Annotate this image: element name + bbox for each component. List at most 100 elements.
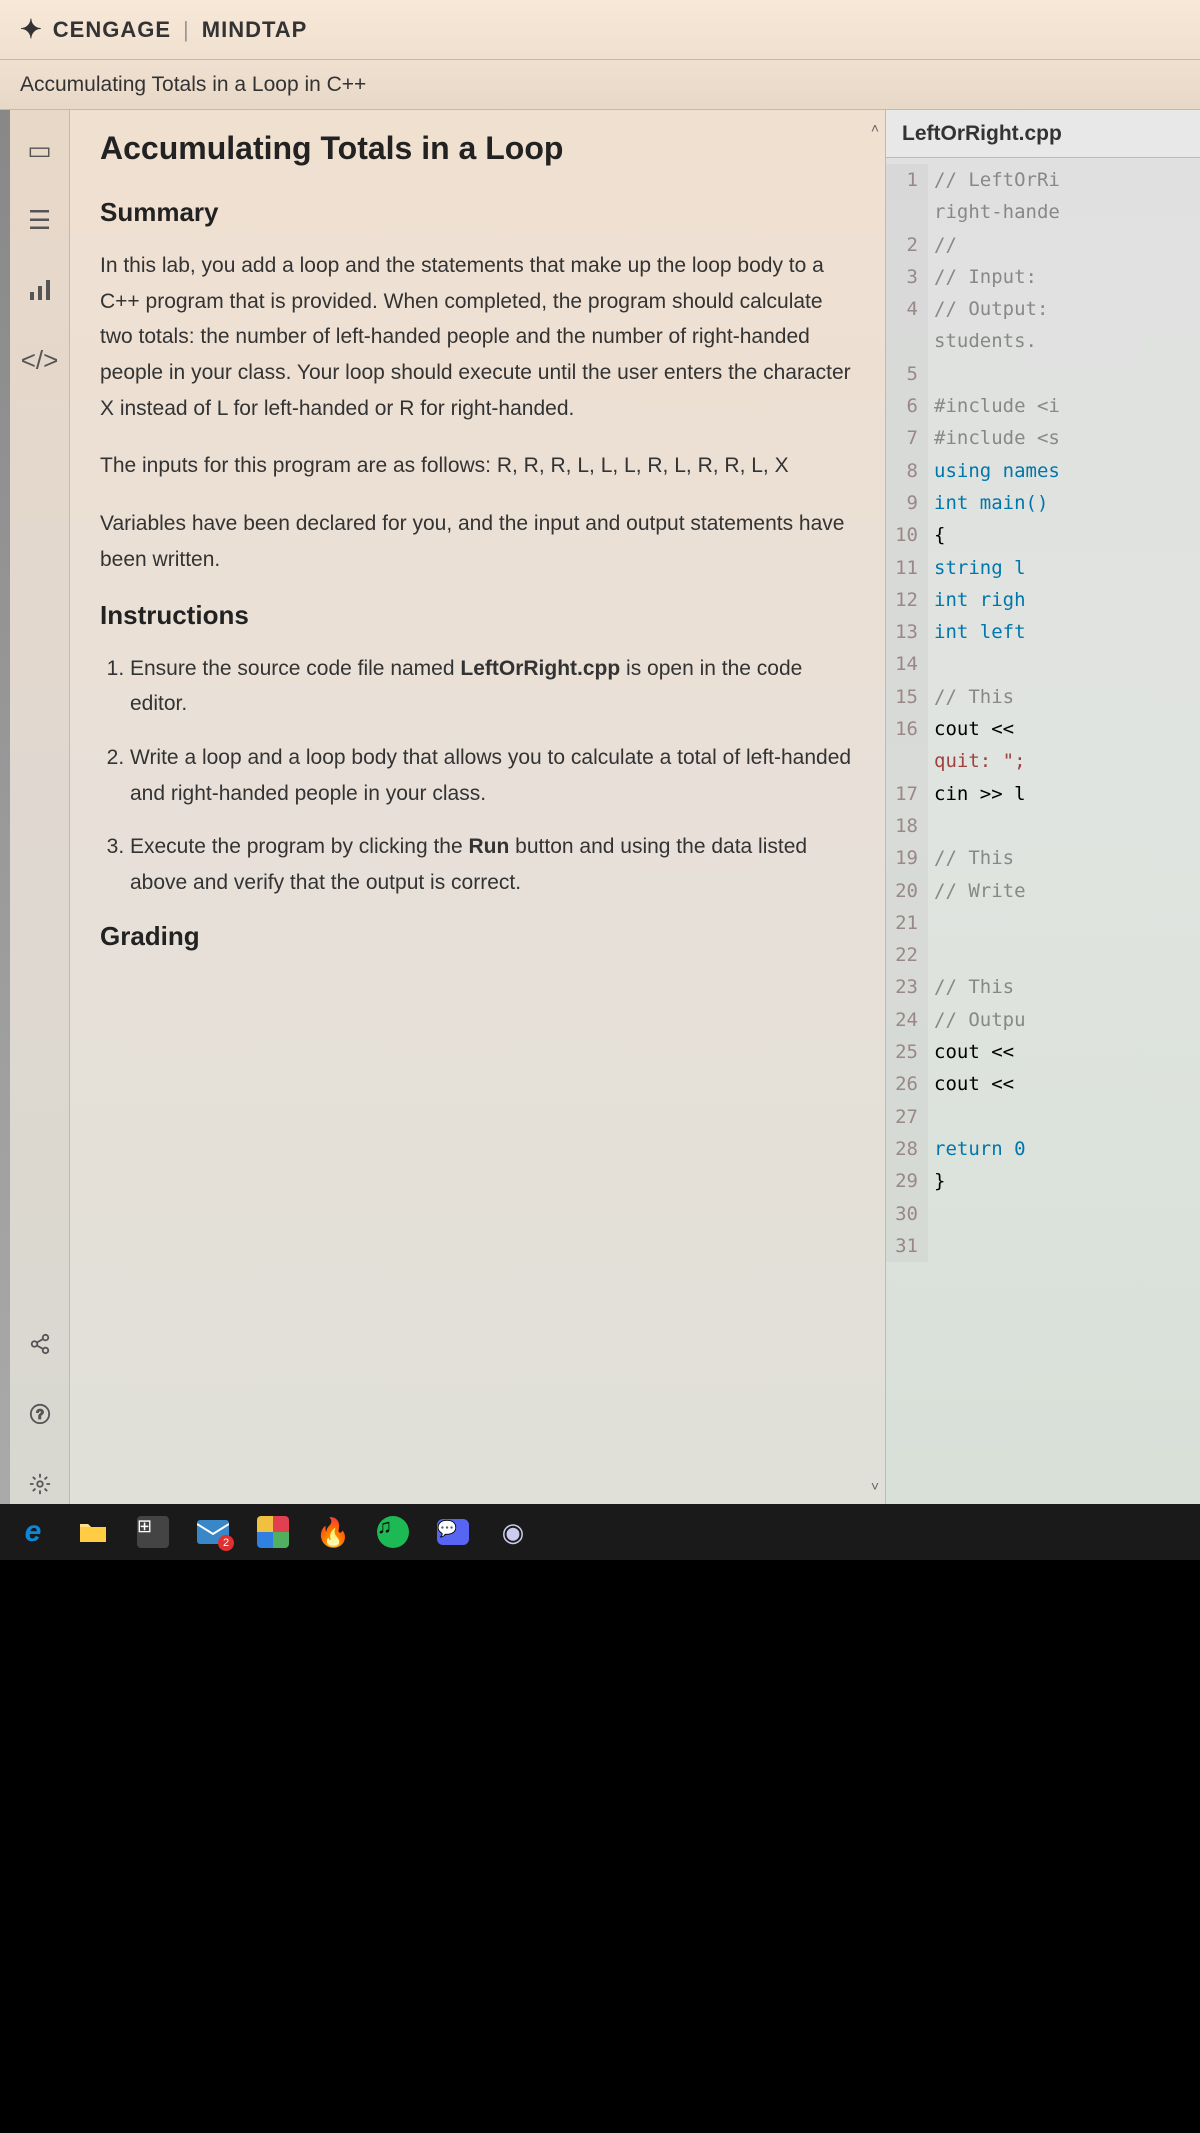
line-number: 31 bbox=[886, 1230, 928, 1262]
code-text: right-hande bbox=[928, 196, 1060, 228]
code-line[interactable]: 24 // Outpu bbox=[886, 1004, 1200, 1036]
code-line[interactable]: 14 bbox=[886, 648, 1200, 680]
line-number: 28 bbox=[886, 1133, 928, 1165]
code-text: } bbox=[928, 1165, 945, 1197]
code-line[interactable]: right-hande bbox=[886, 196, 1200, 228]
code-line[interactable]: 31 bbox=[886, 1230, 1200, 1262]
code-line[interactable]: 13 int left bbox=[886, 616, 1200, 648]
edge-icon[interactable]: e bbox=[12, 1511, 54, 1553]
line-number: 22 bbox=[886, 939, 928, 971]
line-number: 24 bbox=[886, 1004, 928, 1036]
code-line[interactable]: 9int main() bbox=[886, 487, 1200, 519]
code-text: // Output: bbox=[928, 293, 1048, 325]
discord-icon[interactable]: 💬 bbox=[432, 1511, 474, 1553]
code-line[interactable]: 22 bbox=[886, 939, 1200, 971]
code-text: string l bbox=[928, 552, 1026, 584]
summary-paragraph-1: In this lab, you add a loop and the stat… bbox=[100, 248, 855, 426]
photos-icon[interactable] bbox=[252, 1511, 294, 1553]
file-explorer-icon[interactable] bbox=[72, 1511, 114, 1553]
code-line[interactable]: 15 // This bbox=[886, 681, 1200, 713]
code-line[interactable]: 21 bbox=[886, 907, 1200, 939]
code-text: { bbox=[928, 519, 945, 551]
list-icon[interactable]: ☰ bbox=[20, 200, 60, 240]
code-text: cin >> l bbox=[928, 778, 1026, 810]
code-line[interactable]: 3// Input: bbox=[886, 261, 1200, 293]
brand-divider: | bbox=[183, 17, 190, 43]
chart-icon[interactable] bbox=[20, 270, 60, 310]
code-text: #include <s bbox=[928, 422, 1060, 454]
line-number: 5 bbox=[886, 358, 928, 390]
mail-icon[interactable]: 2 bbox=[192, 1511, 234, 1553]
code-line[interactable]: 8using names bbox=[886, 455, 1200, 487]
sidebar-nav: ▭ ☰ </> ? bbox=[10, 110, 70, 1504]
code-text: int righ bbox=[928, 584, 1026, 616]
code-text bbox=[928, 648, 934, 680]
code-line[interactable]: 2// bbox=[886, 229, 1200, 261]
code-line[interactable]: 4// Output: bbox=[886, 293, 1200, 325]
grading-heading: Grading bbox=[100, 921, 855, 952]
code-line[interactable]: 30 bbox=[886, 1198, 1200, 1230]
code-icon[interactable]: </> bbox=[20, 340, 60, 380]
code-text: // Input: bbox=[928, 261, 1037, 293]
code-line[interactable]: 1// LeftOrRi bbox=[886, 164, 1200, 196]
code-text: cout << bbox=[928, 1068, 1014, 1100]
code-line[interactable]: 11 string l bbox=[886, 552, 1200, 584]
code-line[interactable]: 20 // Write bbox=[886, 875, 1200, 907]
line-number: 7 bbox=[886, 422, 928, 454]
steam-icon[interactable]: ◉ bbox=[492, 1511, 534, 1553]
code-text bbox=[928, 939, 934, 971]
code-line[interactable]: 23 // This bbox=[886, 971, 1200, 1003]
line-number: 16 bbox=[886, 713, 928, 745]
code-line[interactable]: 6#include <i bbox=[886, 390, 1200, 422]
line-number: 25 bbox=[886, 1036, 928, 1068]
gear-icon[interactable] bbox=[20, 1464, 60, 1504]
code-line[interactable]: 10{ bbox=[886, 519, 1200, 551]
code-line[interactable]: 28 return 0 bbox=[886, 1133, 1200, 1165]
code-editor-panel: LeftOrRight.cpp 1// LeftOrRiright-hande2… bbox=[885, 110, 1200, 1504]
code-text: // bbox=[928, 229, 957, 261]
code-text: return 0 bbox=[928, 1133, 1026, 1165]
line-number: 29 bbox=[886, 1165, 928, 1197]
scroll-down-icon[interactable]: ˅ bbox=[871, 1478, 879, 1494]
book-icon[interactable]: ▭ bbox=[20, 130, 60, 170]
code-line[interactable]: 27 bbox=[886, 1101, 1200, 1133]
line-number: 3 bbox=[886, 261, 928, 293]
code-line[interactable]: 25 cout << bbox=[886, 1036, 1200, 1068]
code-text: // Write bbox=[928, 875, 1026, 907]
code-line[interactable]: 18 bbox=[886, 810, 1200, 842]
firefox-icon[interactable]: 🔥 bbox=[312, 1511, 354, 1553]
code-line[interactable]: 19 // This bbox=[886, 842, 1200, 874]
share-icon[interactable] bbox=[20, 1324, 60, 1364]
summary-heading: Summary bbox=[100, 197, 855, 228]
code-line[interactable]: 16 cout << bbox=[886, 713, 1200, 745]
top-brand-bar: ✦ CENGAGE | MINDTAP bbox=[0, 0, 1200, 60]
line-number: 11 bbox=[886, 552, 928, 584]
line-number: 17 bbox=[886, 778, 928, 810]
scroll-up-icon[interactable]: ˄ bbox=[871, 120, 879, 136]
page-title: Accumulating Totals in a Loop bbox=[100, 130, 855, 167]
code-text: int left bbox=[928, 616, 1026, 648]
brand-mindtap: MINDTAP bbox=[202, 17, 308, 43]
code-text: using names bbox=[928, 455, 1060, 487]
store-icon[interactable]: ⊞ bbox=[132, 1511, 174, 1553]
code-line[interactable]: 29} bbox=[886, 1165, 1200, 1197]
code-body[interactable]: 1// LeftOrRiright-hande2//3// Input:4// … bbox=[886, 158, 1200, 1504]
code-text bbox=[928, 907, 934, 939]
code-line[interactable]: quit: "; bbox=[886, 745, 1200, 777]
instructions-panel: ˄ Accumulating Totals in a Loop Summary … bbox=[70, 110, 885, 1504]
help-icon[interactable]: ? bbox=[20, 1394, 60, 1434]
editor-tab-label: LeftOrRight.cpp bbox=[902, 122, 1062, 146]
instruction-step-3: Execute the program by clicking the Run … bbox=[130, 829, 855, 900]
spotify-icon[interactable]: ♫ bbox=[372, 1511, 414, 1553]
code-text bbox=[928, 810, 934, 842]
instruction-step-1: Ensure the source code file named LeftOr… bbox=[130, 651, 855, 722]
code-line[interactable]: students. bbox=[886, 325, 1200, 357]
svg-text:?: ? bbox=[36, 1407, 43, 1422]
code-line[interactable]: 17 cin >> l bbox=[886, 778, 1200, 810]
code-line[interactable]: 12 int righ bbox=[886, 584, 1200, 616]
code-text: // This bbox=[928, 681, 1014, 713]
code-line[interactable]: 5 bbox=[886, 358, 1200, 390]
editor-tab[interactable]: LeftOrRight.cpp bbox=[886, 110, 1200, 158]
code-line[interactable]: 26 cout << bbox=[886, 1068, 1200, 1100]
code-line[interactable]: 7#include <s bbox=[886, 422, 1200, 454]
